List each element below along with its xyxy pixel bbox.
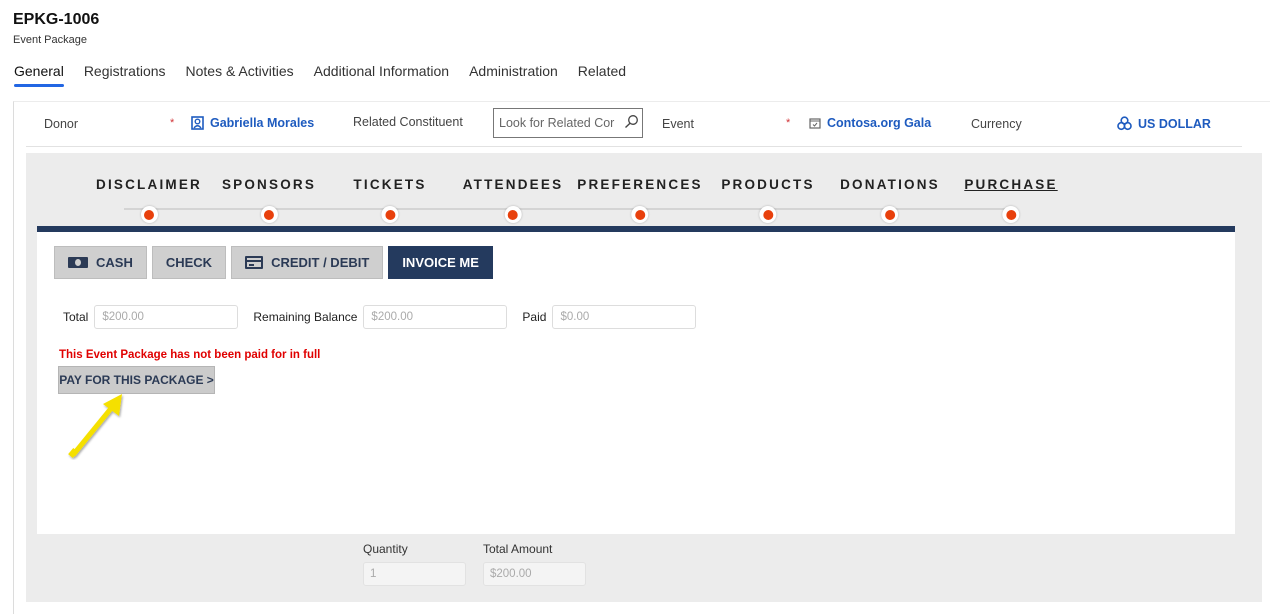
currency-value: US DOLLAR [1138,116,1211,131]
paid-field[interactable]: $0.00 [552,305,697,329]
tab-notes-activities[interactable]: Notes & Activities [186,63,294,85]
donor-label: Donor [44,117,79,131]
step-products[interactable]: PRODUCTS [721,177,814,223]
tab-general[interactable]: General [14,63,64,87]
step-dot-icon [140,206,158,223]
currency-icon [1117,116,1132,131]
donor-value: Gabriella Morales [210,116,315,130]
paid-label: Paid [522,310,547,324]
event-link[interactable]: Contosa.org Gala [809,116,931,130]
step-dot-icon [1002,206,1020,223]
total-amount-field[interactable]: $200.00 [483,562,586,586]
step-dot-icon [260,206,278,223]
step-sponsors[interactable]: SPONSORS [222,177,316,223]
step-label: PRODUCTS [721,177,815,192]
credit-debit-button[interactable]: CREDIT / DEBIT [231,246,384,279]
tab-administration[interactable]: Administration [469,63,558,85]
donor-required-marker: * [170,117,175,129]
credit-debit-label: CREDIT / DEBIT [271,255,370,270]
step-label: DONATIONS [840,177,940,192]
event-value: Contosa.org Gala [827,116,932,130]
step-donations[interactable]: DONATIONS [840,177,940,223]
step-label: SPONSORS [221,177,317,192]
step-purchase[interactable]: PURCHASE [964,177,1057,223]
step-label: PURCHASE [964,177,1058,192]
calendar-icon [809,118,821,129]
invoice-me-label: INVOICE ME [402,255,479,270]
amounts-row: Total $200.00 Remaining Balance $200.00 … [63,305,711,329]
quantity-label: Quantity [363,542,408,556]
wizard-steps: DISCLAIMER SPONSORS TICKETS ATTENDEES PR… [26,153,1262,228]
currency-label: Currency [971,117,1022,131]
related-constituent-input[interactable]: Look for Related Cor [493,108,643,138]
cash-button[interactable]: CASH [54,246,147,279]
total-amount-label: Total Amount [483,542,553,556]
step-dot-icon [381,206,399,223]
related-constituent-placeholder: Look for Related Cor [499,116,615,130]
package-summary: Quantity 1 Total Amount $200.00 [363,542,586,586]
purchase-content: CASH CHECK CREDIT / DEBIT INVOICE ME Tot… [37,232,1235,534]
step-dot-icon [759,206,777,223]
step-label: PREFERENCES [577,177,703,192]
total-label: Total [63,310,89,324]
tab-related[interactable]: Related [578,63,626,85]
step-label: ATTENDEES [462,177,564,192]
search-icon[interactable] [620,114,642,132]
credit-card-icon [245,256,264,269]
payment-method-tabs: CASH CHECK CREDIT / DEBIT INVOICE ME [54,246,493,279]
step-label: DISCLAIMER [96,177,202,192]
form-tabs: General Registrations Notes & Activities… [14,63,646,87]
cash-label: CASH [96,255,133,270]
annotation-arrow-icon [68,394,122,458]
total-amount-group: Total Amount $200.00 [483,542,586,586]
contact-icon [191,116,204,130]
step-label: TICKETS [353,177,427,192]
step-dot-icon [881,206,899,223]
related-constituent-label: Related Constituent [353,115,463,129]
currency-link[interactable]: US DOLLAR [1117,116,1211,131]
donor-link[interactable]: Gabriella Morales [191,116,314,130]
step-dot-icon [504,206,522,223]
check-label: CHECK [165,255,213,270]
step-disclaimer[interactable]: DISCLAIMER [96,177,202,223]
record-title: EPKG-1006 [13,11,100,28]
quantity-field[interactable]: 1 [363,562,466,586]
step-preferences[interactable]: PREFERENCES [577,177,702,223]
quantity-group: Quantity 1 [363,542,466,586]
check-button[interactable]: CHECK [151,246,227,279]
step-dot-icon [631,206,649,223]
record-entity-type: Event Package [13,34,87,46]
invoice-me-button[interactable]: INVOICE ME [388,246,493,279]
event-required-marker: * [786,117,791,129]
remaining-balance-field[interactable]: $200.00 [363,305,508,329]
event-label: Event [662,117,694,131]
tab-registrations[interactable]: Registrations [84,63,166,85]
total-field[interactable]: $200.00 [94,305,239,329]
cash-icon [68,257,88,268]
unpaid-warning: This Event Package has not been paid for… [59,349,321,361]
tab-additional-information[interactable]: Additional Information [314,63,449,85]
step-tickets[interactable]: TICKETS [353,177,426,223]
step-attendees[interactable]: ATTENDEES [463,177,564,223]
header-fields: Donor * Gabriella Morales Related Consti… [26,103,1242,147]
package-wizard-panel: DISCLAIMER SPONSORS TICKETS ATTENDEES PR… [26,153,1262,602]
remaining-balance-label: Remaining Balance [253,310,358,324]
